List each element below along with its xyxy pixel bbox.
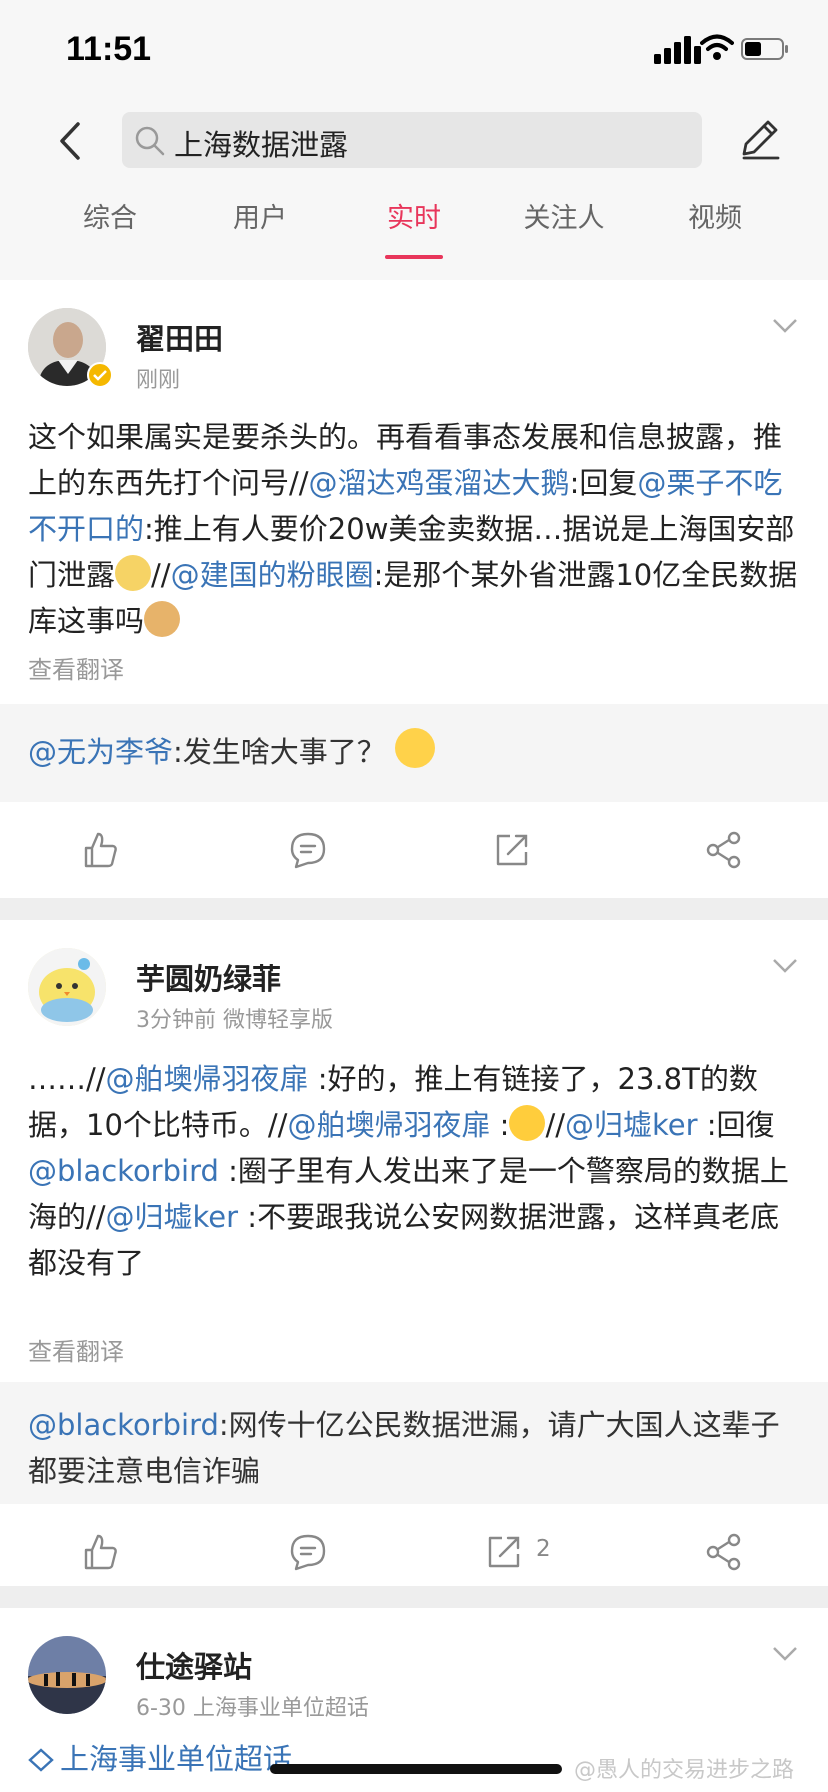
tab-comprehensive[interactable]: 综合	[60, 196, 160, 235]
doge-emoji-icon	[144, 601, 181, 637]
mention-link[interactable]: @舶墺帰羽夜扉	[106, 1062, 309, 1096]
post-card: 翟田田 刚刚 这个如果属实是要杀头的。再看看事态发展和信息披露，推上的东西先打个…	[0, 280, 828, 898]
mention-link[interactable]: @舶墺帰羽夜扉	[287, 1108, 490, 1142]
see-translation-link[interactable]: 查看翻译	[28, 1332, 124, 1367]
post-content: 这个如果属实是要杀头的。再看看事态发展和信息披露，推上的东西先打个问号//@溜达…	[28, 420, 798, 638]
tab-following[interactable]: 关注人	[514, 196, 614, 235]
avatar[interactable]	[28, 1636, 106, 1714]
post-card: 芋圆奶绿菲 3分钟前 微博轻享版 ……//@舶墺帰羽夜扉 :好的，推上有链接了，…	[0, 920, 828, 1586]
chevron-down-icon[interactable]	[772, 958, 798, 974]
back-arrow-icon[interactable]	[52, 118, 88, 164]
avatar-sunset-image	[28, 1636, 106, 1714]
mention-link[interactable]: @blackorbird	[28, 1154, 219, 1188]
tab-video[interactable]: 视频	[665, 196, 765, 235]
compose-pen-icon[interactable]	[736, 114, 784, 162]
chevron-down-icon[interactable]	[772, 1646, 798, 1662]
mention-link[interactable]: @blackorbird	[28, 1408, 219, 1442]
repost-icon[interactable]	[492, 830, 532, 870]
search-input[interactable]: 上海数据泄露	[174, 122, 348, 164]
weibo-watermark: @愚人的交易进步之路	[574, 1758, 795, 1783]
active-tab-indicator	[385, 255, 443, 259]
share-icon[interactable]	[704, 1532, 744, 1572]
wifi-icon	[700, 34, 734, 60]
share-icon[interactable]	[704, 830, 744, 870]
see-translation-link[interactable]: 查看翻译	[28, 650, 124, 685]
thinking-emoji-icon	[115, 555, 152, 591]
repost-quote[interactable]: @blackorbird:网传十亿公民数据泄漏，请广大国人这辈子都要注意电信诈骗	[0, 1382, 828, 1504]
avatar[interactable]	[28, 948, 106, 1026]
like-thumb-icon[interactable]	[80, 830, 120, 870]
avatar-chick-image	[28, 948, 106, 1026]
mention-link[interactable]: @溜达鸡蛋溜达大鹅	[309, 466, 570, 500]
repost-icon[interactable]	[484, 1532, 524, 1572]
cellular-signal-icon	[654, 36, 701, 64]
post-time: 刚刚	[136, 368, 181, 393]
comment-icon[interactable]	[288, 830, 328, 870]
author-name[interactable]: 芋圆奶绿菲	[136, 956, 281, 998]
repost-quote[interactable]: @无为李爷:发生啥大事了？	[0, 704, 828, 802]
like-thumb-icon[interactable]	[80, 1532, 120, 1572]
mention-link[interactable]: @建国的粉眼圈	[171, 558, 374, 592]
tab-users[interactable]: 用户	[210, 196, 310, 235]
sweat-smile-emoji-icon	[509, 1105, 546, 1141]
search-header: 上海数据泄露 综合 用户 实时 关注人 视频	[0, 100, 828, 281]
post-actions	[0, 802, 828, 898]
mention-link[interactable]: @归墟ker	[106, 1200, 239, 1234]
home-indicator[interactable]	[270, 1764, 562, 1774]
mention-link[interactable]: @归墟ker	[565, 1108, 698, 1142]
author-name[interactable]: 仕途驿站	[136, 1644, 252, 1686]
search-bar[interactable]: 上海数据泄露	[122, 112, 702, 168]
status-bar: 11:51	[0, 0, 828, 100]
tab-realtime[interactable]: 实时	[364, 196, 464, 235]
post-content: ……//@舶墺帰羽夜扉 :好的，推上有链接了，23.8T的数据，10个比特币。/…	[28, 1062, 789, 1280]
author-name[interactable]: 翟田田	[136, 316, 223, 358]
sleepy-emoji-icon	[395, 728, 436, 768]
feed-divider	[0, 1586, 828, 1608]
post-time-source: 3分钟前 微博轻享版	[136, 1008, 333, 1033]
status-time: 11:51	[66, 30, 152, 68]
post-time-source: 6-30 上海事业单位超话	[136, 1696, 369, 1721]
battery-icon	[741, 38, 788, 60]
super-topic-link[interactable]: 上海事业单位超话	[60, 1736, 292, 1778]
chevron-down-icon[interactable]	[772, 318, 798, 334]
repost-count: 2	[536, 1536, 551, 1562]
diamond-tag-icon	[28, 1748, 54, 1772]
mention-link[interactable]: @无为李爷	[28, 735, 173, 769]
feed-divider	[0, 898, 828, 920]
search-icon	[135, 126, 165, 156]
comment-icon[interactable]	[288, 1532, 328, 1572]
verified-badge-icon	[87, 362, 113, 388]
